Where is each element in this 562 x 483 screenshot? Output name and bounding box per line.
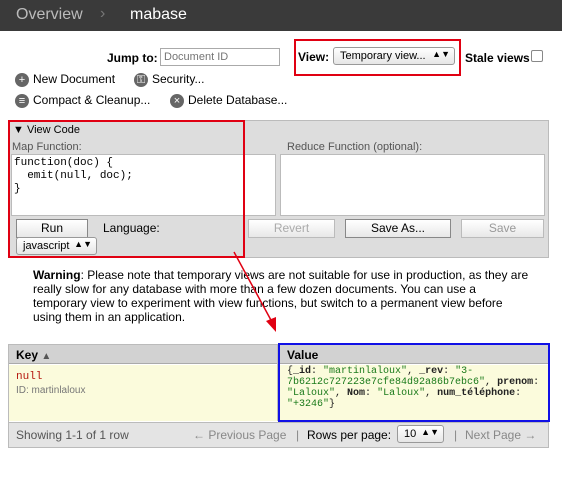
row-key: null — [16, 371, 43, 383]
previous-page-link[interactable]: ← Previous Page — [193, 428, 286, 442]
key-column-header[interactable]: Key ▲ — [16, 348, 51, 362]
value-highlight-box — [278, 343, 550, 422]
key-header-label: Key — [16, 348, 39, 362]
row-doc-id[interactable]: ID: martinlaloux — [16, 385, 85, 396]
rows-per-page-select[interactable]: 10 ▲▼ — [397, 425, 444, 443]
pager-separator: | — [296, 428, 300, 442]
next-page-link[interactable]: Next Page → — [465, 428, 536, 442]
row-count-status: Showing 1-1 of 1 row — [16, 428, 129, 442]
rows-per-page-value: 10 — [404, 428, 417, 440]
select-arrows-icon: ▲▼ — [421, 427, 439, 437]
pager-separator: | — [454, 428, 458, 442]
sort-ascending-icon: ▲ — [41, 351, 52, 362]
rows-per-page-label: Rows per page: — [307, 428, 392, 442]
